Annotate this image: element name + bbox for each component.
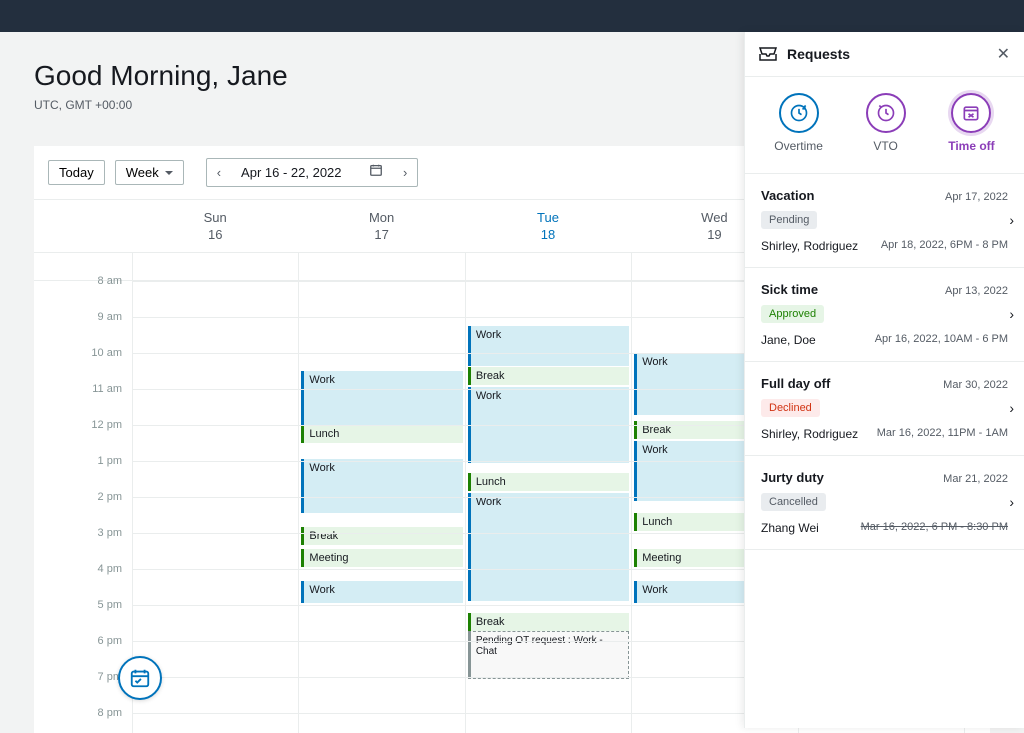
hour-label: 2 pm — [98, 491, 122, 503]
request-person: Zhang Wei — [761, 521, 819, 535]
request-type-tabs: Overtime VTO Time off — [745, 77, 1024, 174]
hour-label: 1 pm — [98, 455, 122, 467]
calendar-event[interactable]: Break — [468, 613, 629, 631]
request-date: Mar 30, 2022 — [943, 379, 1008, 391]
day-of-week: Mon — [369, 210, 394, 225]
request-item[interactable]: Full day off Mar 30, 2022 Declined Shirley,… — [745, 362, 1024, 456]
calendar-event[interactable]: Meeting — [301, 549, 462, 567]
request-date: Apr 13, 2022 — [945, 285, 1008, 297]
request-item[interactable]: Vacation Apr 17, 2022 Pending Shirley, Rodr… — [745, 174, 1024, 268]
day-of-week: Tue — [537, 210, 559, 225]
day-col-tue[interactable]: WorkBreakWorkLunchWorkBreakPending OT re… — [465, 253, 631, 733]
vto-icon — [866, 93, 906, 133]
request-item[interactable]: Jurty duty Mar 21, 2022 Cancelled Zhang Wei… — [745, 456, 1024, 550]
calendar-icon[interactable] — [359, 163, 393, 182]
hour-label: 5 pm — [98, 599, 122, 611]
calendar-event[interactable]: Break — [301, 527, 462, 545]
request-type-overtime[interactable]: Overtime — [774, 93, 823, 153]
time-column: 8 am 9 am 10 am 11 am 12 pm 1 pm 2 pm 3 pm 4 pm 5… — [34, 253, 132, 733]
panel-title: Requests — [787, 46, 987, 62]
chevron-right-icon: › — [1009, 306, 1014, 322]
calendar-event[interactable]: Work — [301, 581, 462, 603]
schedule-fab-button[interactable] — [118, 656, 162, 700]
hour-label: 10 am — [91, 347, 122, 359]
hour-label: 6 pm — [98, 635, 122, 647]
hour-label: 12 pm — [91, 419, 122, 431]
prev-week-button[interactable]: ‹ — [207, 159, 231, 186]
request-person: Shirley, Rodriguez — [761, 427, 858, 441]
status-badge: Pending — [761, 211, 817, 229]
request-list: Vacation Apr 17, 2022 Pending Shirley, Rodr… — [745, 174, 1024, 728]
requests-panel: Requests ✕ Overtime VTO Time off Vacatio… — [744, 32, 1024, 728]
next-week-button[interactable]: › — [393, 159, 417, 186]
calendar-event[interactable]: Break — [468, 367, 629, 385]
date-picker: ‹ Apr 16 - 22, 2022 › — [206, 158, 419, 187]
chevron-right-icon: › — [1009, 212, 1014, 228]
day-col-mon[interactable]: WorkLunchWorkBreakMeetingWork — [298, 253, 464, 733]
request-time: Mar 16, 2022, 6 PM - 8:30 PM — [861, 521, 1008, 535]
timeoff-label: Time off — [948, 139, 994, 153]
request-title: Jurty duty — [761, 470, 824, 485]
request-item[interactable]: Sick time Apr 13, 2022 Approved Jane, Doe Ap… — [745, 268, 1024, 362]
calendar-event[interactable]: Work — [468, 326, 629, 366]
day-of-week: Wed — [701, 210, 728, 225]
request-person: Shirley, Rodriguez — [761, 239, 858, 253]
hour-label: 3 pm — [98, 527, 122, 539]
close-icon[interactable]: ✕ — [997, 44, 1010, 64]
hour-label: 4 pm — [98, 563, 122, 575]
status-badge: Cancelled — [761, 493, 826, 511]
request-person: Jane, Doe — [761, 333, 816, 347]
inbox-icon — [759, 47, 777, 61]
request-title: Sick time — [761, 282, 818, 297]
overtime-label: Overtime — [774, 139, 823, 153]
day-number: 18 — [465, 227, 631, 242]
request-type-vto[interactable]: VTO — [866, 93, 906, 153]
chevron-right-icon: › — [1009, 400, 1014, 416]
chevron-down-icon — [165, 171, 173, 175]
request-date: Mar 21, 2022 — [943, 473, 1008, 485]
request-title: Full day off — [761, 376, 830, 391]
panel-header: Requests ✕ — [745, 32, 1024, 77]
view-select-label: Week — [126, 165, 159, 180]
vto-label: VTO — [866, 139, 906, 153]
hour-label: 8 am — [98, 275, 122, 287]
overtime-icon — [779, 93, 819, 133]
request-time: Apr 18, 2022, 6PM - 8 PM — [881, 239, 1008, 253]
day-header[interactable]: Tue 18 — [465, 200, 631, 252]
day-header[interactable]: Mon 17 — [298, 200, 464, 252]
request-time: Apr 16, 2022, 10AM - 6 PM — [875, 333, 1008, 347]
hour-label: 8 pm — [98, 707, 122, 719]
request-date: Apr 17, 2022 — [945, 191, 1008, 203]
calendar-event[interactable]: Pending OT request : Work - Chat — [468, 631, 629, 679]
day-number: 17 — [298, 227, 464, 242]
request-title: Vacation — [761, 188, 814, 203]
day-number: 16 — [132, 227, 298, 242]
view-select-button[interactable]: Week — [115, 160, 184, 185]
calendar-event[interactable]: Lunch — [301, 425, 462, 443]
today-button[interactable]: Today — [48, 160, 105, 185]
calendar-event[interactable]: Work — [301, 371, 462, 425]
time-col-spacer — [34, 200, 132, 252]
hour-label: 11 am — [92, 383, 122, 395]
day-of-week: Sun — [204, 210, 227, 225]
request-time: Mar 16, 2022, 11PM - 1AM — [877, 427, 1008, 441]
hour-label: 9 am — [98, 311, 122, 323]
status-badge: Declined — [761, 399, 820, 417]
date-range-label: Apr 16 - 22, 2022 — [231, 161, 359, 184]
day-col-sun[interactable] — [132, 253, 298, 733]
calendar-event[interactable]: Work — [468, 493, 629, 601]
day-header[interactable]: Sun 16 — [132, 200, 298, 252]
chevron-right-icon: › — [1009, 494, 1014, 510]
app-topbar — [0, 0, 1024, 32]
request-type-timeoff[interactable]: Time off — [948, 93, 994, 153]
timeoff-icon — [951, 93, 991, 133]
calendar-event[interactable]: Lunch — [468, 473, 629, 491]
calendar-event[interactable]: Work — [301, 459, 462, 513]
status-badge: Approved — [761, 305, 824, 323]
